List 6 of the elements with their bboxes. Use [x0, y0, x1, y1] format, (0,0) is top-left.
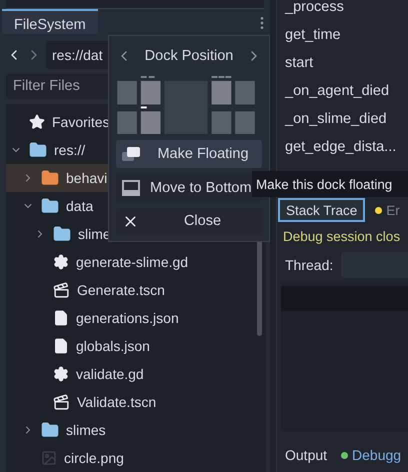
thread-label: Thread:: [285, 257, 334, 273]
menu-title: Dock Position: [144, 48, 234, 64]
status-message: Debug session clos: [283, 229, 402, 244]
tooltip: Make this dock floating: [252, 171, 408, 197]
tab-label: Debugg: [352, 447, 402, 463]
tab-label: Er: [386, 202, 400, 218]
